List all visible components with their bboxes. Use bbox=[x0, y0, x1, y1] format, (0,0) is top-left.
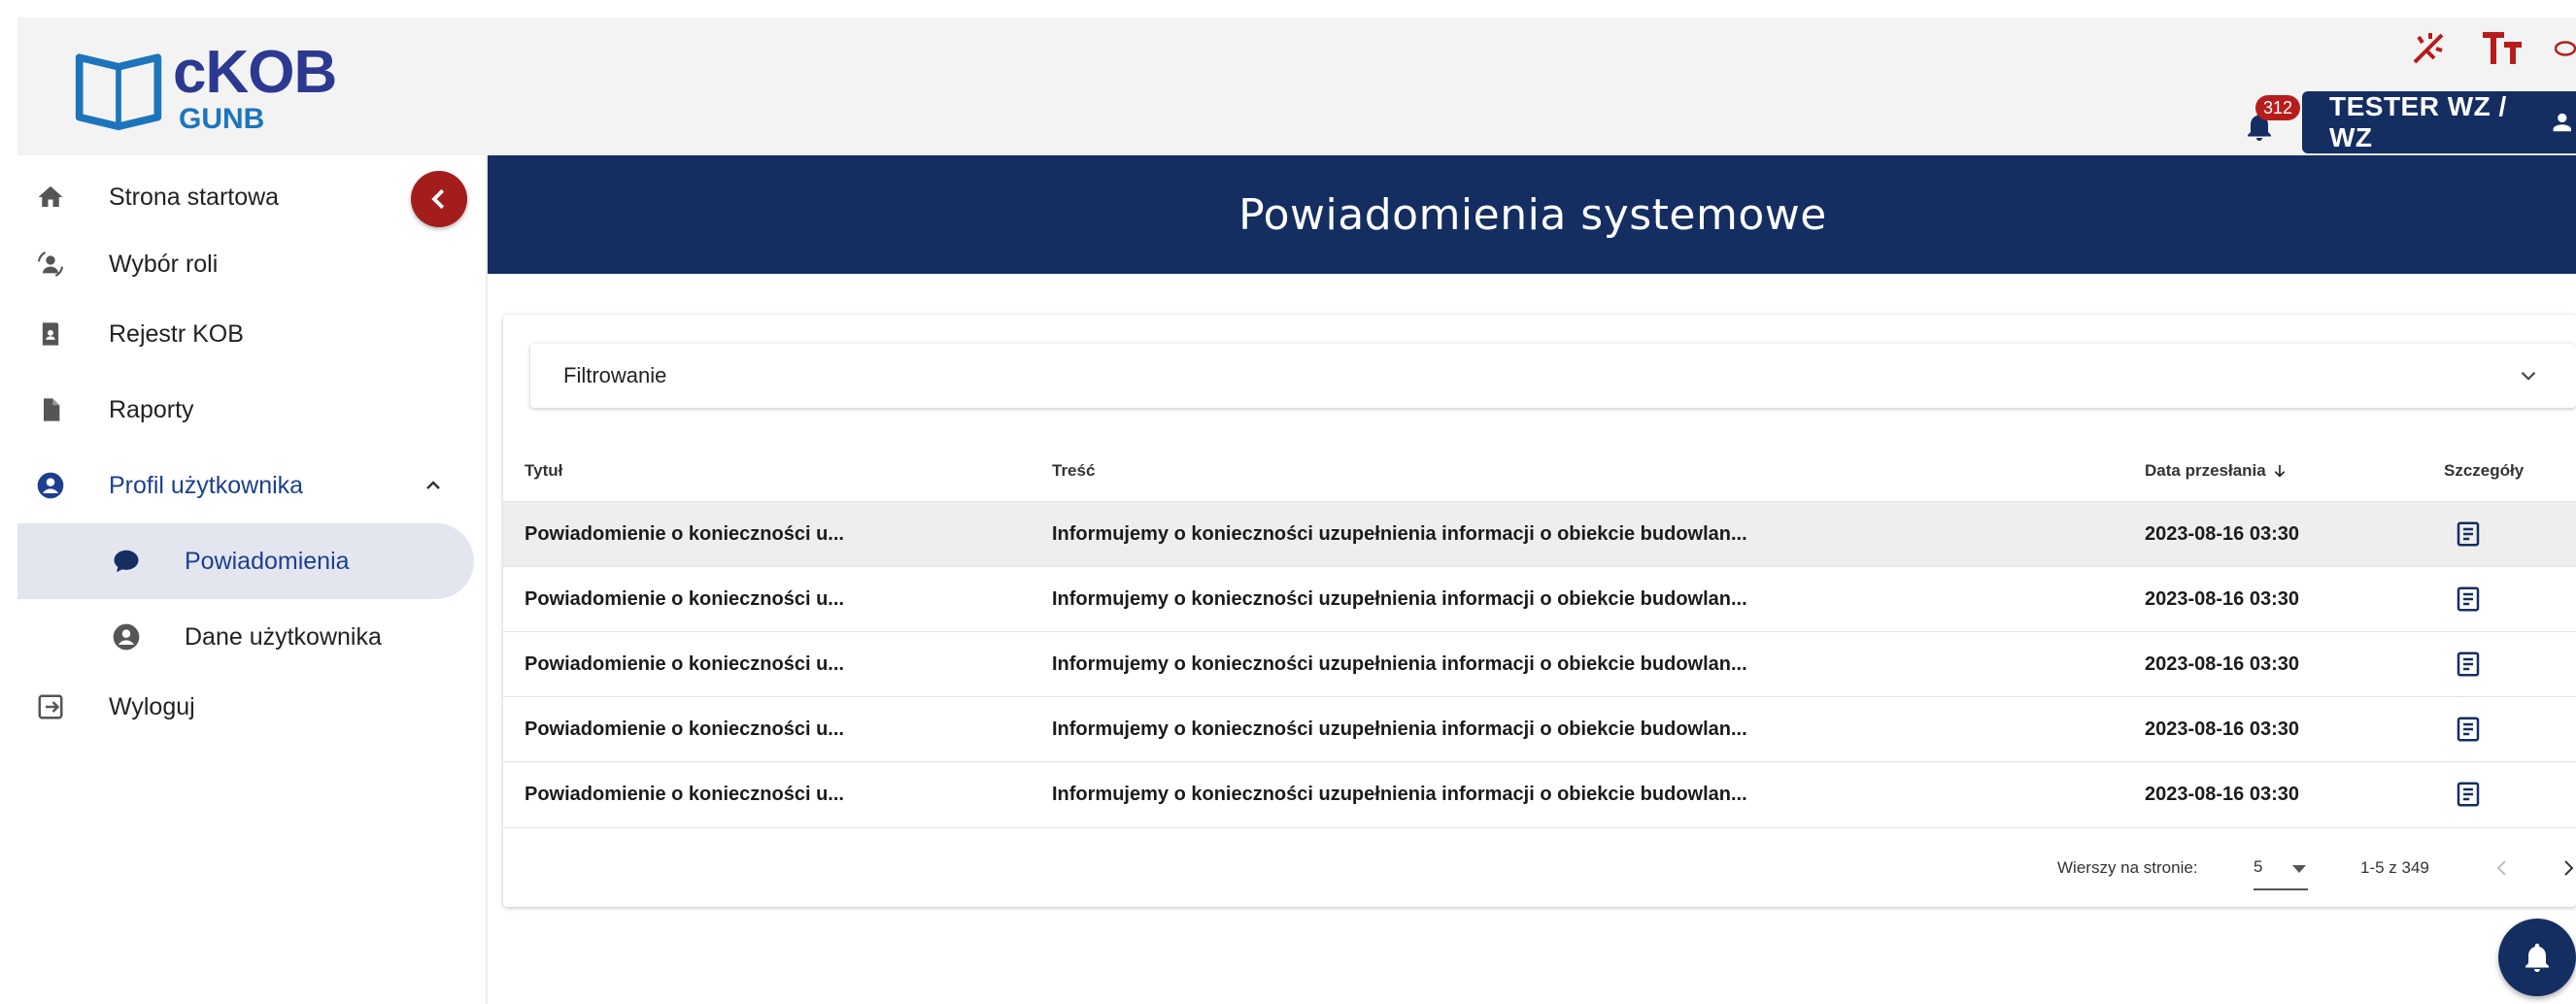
row-title: Powiadomienie o konieczności u... bbox=[525, 783, 844, 805]
collapse-sidebar-button[interactable] bbox=[411, 171, 467, 227]
row-content: Informujemy o konieczności uzupełnienia … bbox=[1052, 587, 1747, 610]
report-file-icon bbox=[35, 394, 66, 425]
chevron-left-icon bbox=[431, 188, 445, 210]
row-title: Powiadomienie o konieczności u... bbox=[525, 522, 844, 545]
chat-bubble-icon bbox=[111, 546, 142, 577]
row-content: Informujemy o konieczności uzupełnienia … bbox=[1052, 718, 1747, 740]
details-doc-icon[interactable] bbox=[2454, 697, 2483, 761]
notifications-card: Filtrowanie Tytuł Treść Data przesłania … bbox=[503, 315, 2576, 907]
details-doc-icon[interactable] bbox=[2454, 762, 2483, 826]
ckob-logo[interactable]: cKOB GUNB bbox=[72, 39, 337, 135]
page-title: Powiadomienia systemowe bbox=[1238, 189, 1827, 240]
table-header: Tytuł Treść Data przesłania Szczegóły bbox=[503, 441, 2576, 501]
sidebar-item-label: Wybór roli bbox=[109, 250, 219, 278]
user-menu-button[interactable]: TESTER WZ / WZ bbox=[2302, 91, 2576, 153]
sidebar-item-label: Strona startowa bbox=[109, 183, 280, 211]
person-icon bbox=[2554, 113, 2572, 132]
sidebar-item-label: Powiadomienia bbox=[185, 547, 350, 575]
sidebar-item-user-data[interactable]: Dane użytkownika bbox=[17, 600, 474, 674]
account-circle-icon bbox=[35, 470, 66, 501]
sidebar: Strona startowa Wybór roli Rejestr KOB R… bbox=[17, 155, 488, 1004]
notifications-badge: 312 bbox=[2254, 95, 2300, 120]
row-title: Powiadomienie o konieczności u... bbox=[525, 587, 844, 610]
top-header: cKOB GUNB 312 TESTER WZ / WZ bbox=[17, 17, 2576, 155]
sidebar-item-home[interactable]: Strona startowa bbox=[17, 160, 474, 234]
sidebar-item-profile[interactable]: Profil użytkownika bbox=[17, 449, 474, 522]
column-date[interactable]: Data przesłania bbox=[2145, 441, 2288, 501]
eye-visibility-icon[interactable] bbox=[2555, 27, 2576, 70]
column-details: Szczegóły bbox=[2444, 461, 2525, 480]
row-title: Powiadomienie o konieczności u... bbox=[525, 653, 844, 675]
font-size-icon[interactable] bbox=[2481, 27, 2524, 70]
bell-icon bbox=[2525, 943, 2549, 972]
row-content: Informujemy o konieczności uzupełnienia … bbox=[1052, 653, 1747, 675]
table-pagination: Wierszy na stronie: 5 1-5 z 349 bbox=[503, 827, 2576, 907]
user-label: TESTER WZ / WZ bbox=[2329, 91, 2507, 152]
rows-per-page-value: 5 bbox=[2254, 857, 2263, 876]
page-banner: Powiadomienia systemowe bbox=[488, 155, 2576, 274]
row-date: 2023-08-16 03:30 bbox=[2145, 718, 2300, 740]
sidebar-item-label: Rejestr KOB bbox=[109, 319, 244, 348]
row-date: 2023-08-16 03:30 bbox=[2145, 522, 2300, 545]
column-date-label: Data przesłania bbox=[2145, 461, 2266, 480]
table-row[interactable]: Powiadomienie o konieczności u... Inform… bbox=[503, 696, 2576, 761]
logout-icon bbox=[35, 691, 66, 722]
sidebar-item-register[interactable]: Rejestr KOB bbox=[17, 297, 474, 371]
filter-accordion[interactable]: Filtrowanie bbox=[530, 344, 2576, 408]
row-date: 2023-08-16 03:30 bbox=[2145, 587, 2300, 610]
book-logo-icon bbox=[75, 53, 162, 131]
sidebar-item-label: Profil użytkownika bbox=[109, 471, 304, 499]
next-page-button[interactable] bbox=[2557, 828, 2576, 907]
sort-arrow-down-icon bbox=[2274, 465, 2285, 478]
register-book-icon bbox=[35, 318, 66, 350]
contrast-toggle-icon[interactable] bbox=[2407, 27, 2450, 70]
accessibility-toolbar bbox=[2407, 27, 2576, 70]
table-row[interactable]: Powiadomienie o konieczności u... Inform… bbox=[503, 631, 2576, 696]
chevron-right-icon bbox=[2564, 859, 2574, 876]
table-row[interactable]: Powiadomienie o konieczności u... Inform… bbox=[503, 566, 2576, 631]
previous-page-button[interactable] bbox=[2491, 828, 2514, 907]
chevron-up-icon bbox=[426, 481, 440, 489]
logo-sub-text: GUNB bbox=[179, 103, 265, 135]
row-date: 2023-08-16 03:30 bbox=[2145, 653, 2300, 675]
sidebar-item-reports[interactable]: Raporty bbox=[17, 373, 474, 447]
sidebar-item-notifications[interactable]: Powiadomienia bbox=[17, 523, 474, 599]
rows-per-page-select[interactable]: 5 bbox=[2254, 846, 2308, 890]
caret-down-icon bbox=[2292, 865, 2306, 873]
column-content[interactable]: Treść bbox=[1052, 441, 1095, 501]
sidebar-item-label: Dane użytkownika bbox=[185, 622, 382, 651]
sidebar-item-label: Raporty bbox=[109, 395, 194, 423]
sidebar-item-label: Wyloguj bbox=[109, 692, 195, 720]
account-circle-icon bbox=[111, 621, 142, 653]
column-title[interactable]: Tytuł bbox=[525, 441, 562, 501]
filter-label: Filtrowanie bbox=[563, 363, 667, 387]
notifications-fab-button[interactable] bbox=[2498, 919, 2576, 996]
row-title: Powiadomienie o konieczności u... bbox=[525, 718, 844, 740]
sidebar-item-logout[interactable]: Wyloguj bbox=[17, 670, 474, 744]
details-doc-icon[interactable] bbox=[2454, 567, 2483, 631]
row-content: Informujemy o konieczności uzupełnienia … bbox=[1052, 522, 1747, 545]
pagination-range: 1-5 z 349 bbox=[2360, 857, 2429, 877]
table-row[interactable]: Powiadomienie o konieczności u... Inform… bbox=[503, 501, 2576, 566]
role-switch-icon bbox=[35, 249, 66, 280]
chevron-down-icon bbox=[2521, 371, 2536, 381]
home-icon bbox=[35, 182, 66, 213]
table-row[interactable]: Powiadomienie o konieczności u... Inform… bbox=[503, 761, 2576, 826]
details-doc-icon[interactable] bbox=[2454, 632, 2483, 696]
row-content: Informujemy o konieczności uzupełnienia … bbox=[1052, 783, 1747, 805]
sidebar-item-role[interactable]: Wybór roli bbox=[17, 227, 474, 301]
row-date: 2023-08-16 03:30 bbox=[2145, 783, 2300, 805]
rows-per-page-label: Wierszy na stronie: bbox=[2057, 857, 2198, 877]
details-doc-icon[interactable] bbox=[2454, 502, 2483, 566]
logo-main-text: cKOB bbox=[173, 39, 337, 106]
chevron-left-icon bbox=[2496, 859, 2506, 876]
